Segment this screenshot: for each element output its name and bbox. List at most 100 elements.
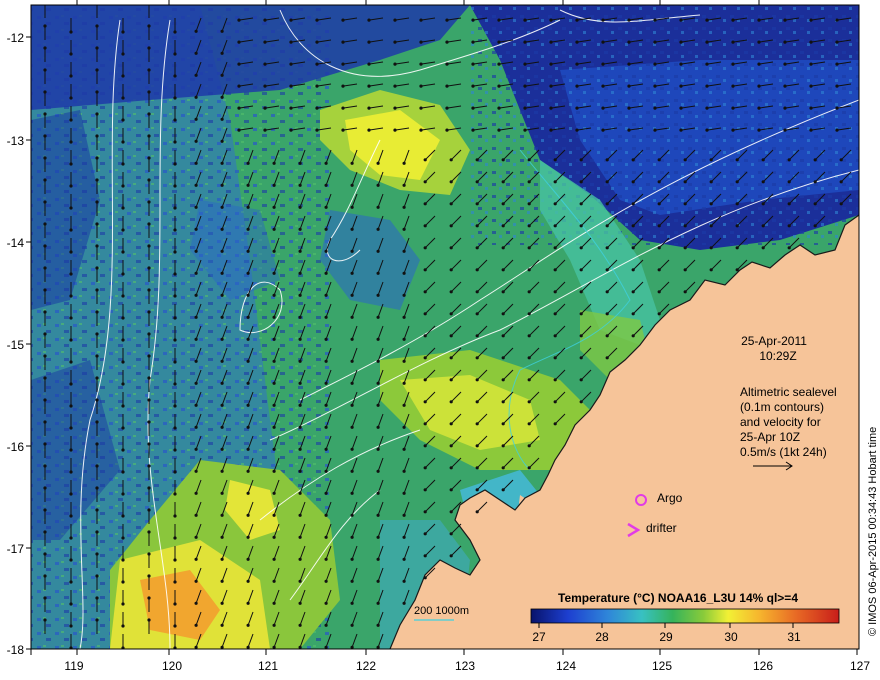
velocity-arrow-head	[69, 52, 73, 56]
altimetry-line-1: Altimetric sealevel	[740, 385, 837, 399]
velocity-arrow-head	[350, 623, 354, 627]
velocity-arrow-head	[501, 444, 505, 448]
velocity-arrow-head	[272, 579, 276, 583]
velocity-arrow-head	[246, 249, 250, 253]
velocity-arrow-head	[657, 246, 661, 250]
velocity-arrow-head	[298, 469, 302, 473]
velocity-arrow-head	[350, 205, 354, 209]
velocity-arrow-head	[298, 205, 302, 209]
velocity-arrow-head	[787, 180, 791, 184]
velocity-arrow-head	[523, 106, 527, 110]
velocity-arrow-head	[705, 40, 709, 44]
velocity-arrow-head	[324, 293, 328, 297]
y-tick-label: -12	[7, 31, 25, 45]
velocity-arrow-head	[69, 404, 73, 408]
velocity-arrow-head	[147, 508, 151, 512]
velocity-arrow-head	[605, 202, 609, 206]
x-tick-label: 125	[652, 659, 672, 673]
velocity-arrow-head	[527, 202, 531, 206]
velocity-arrow-head	[194, 491, 198, 495]
velocity-arrow-head	[761, 224, 765, 228]
colorbar-tick: 30	[724, 630, 738, 644]
velocity-arrow-head	[173, 206, 177, 210]
velocity-arrow-head	[220, 227, 224, 231]
velocity-arrow-head	[147, 112, 151, 116]
velocity-arrow-head	[631, 290, 635, 294]
velocity-arrow-head	[376, 447, 380, 451]
velocity-arrow-head	[121, 52, 125, 56]
velocity-arrow-head	[43, 398, 47, 402]
velocity-arrow-head	[402, 447, 406, 451]
velocity-arrow-head	[549, 62, 553, 66]
velocity-arrow-head	[783, 62, 787, 66]
velocity-arrow-head	[147, 574, 151, 578]
velocity-arrow-head	[553, 158, 557, 162]
velocity-arrow-head	[419, 84, 423, 88]
velocity-arrow-head	[272, 403, 276, 407]
velocity-arrow-head	[95, 530, 99, 534]
altimetry-line-5: 0.5m/s (1kt 24h)	[740, 445, 827, 459]
velocity-arrow-head	[605, 224, 609, 228]
velocity-arrow-head	[69, 448, 73, 452]
velocity-arrow-head	[579, 158, 583, 162]
velocity-arrow-head	[787, 202, 791, 206]
velocity-arrow-head	[121, 536, 125, 540]
velocity-arrow-head	[43, 222, 47, 226]
velocity-arrow-head	[350, 271, 354, 275]
velocity-arrow-head	[298, 293, 302, 297]
velocity-arrow-head	[393, 18, 397, 22]
velocity-arrow-head	[43, 310, 47, 314]
velocity-arrow-head	[731, 62, 735, 66]
velocity-arrow-head	[237, 128, 241, 132]
velocity-arrow-head	[376, 491, 380, 495]
velocity-arrow-head	[350, 601, 354, 605]
velocity-arrow-head	[43, 354, 47, 358]
velocity-arrow-head	[173, 272, 177, 276]
velocity-arrow-head	[43, 244, 47, 248]
velocity-arrow-head	[220, 205, 224, 209]
velocity-arrow-head	[289, 106, 293, 110]
velocity-arrow-head	[402, 337, 406, 341]
velocity-arrow-head	[69, 360, 73, 364]
colorbar-tick: 27	[532, 630, 546, 644]
velocity-arrow-head	[501, 356, 505, 360]
velocity-arrow-head	[471, 18, 475, 22]
velocity-arrow-head	[423, 312, 427, 316]
velocity-arrow-head	[95, 354, 99, 358]
velocity-arrow-head	[735, 246, 739, 250]
velocity-arrow-head	[121, 206, 125, 210]
velocity-arrow-head	[263, 106, 267, 110]
velocity-arrow-head	[679, 18, 683, 22]
velocity-arrow-head	[350, 645, 354, 649]
velocity-arrow-head	[272, 337, 276, 341]
velocity-arrow-head	[69, 338, 73, 342]
velocity-arrow-head	[683, 224, 687, 228]
velocity-arrow-head	[324, 469, 328, 473]
velocity-arrow-head	[220, 601, 224, 605]
velocity-arrow-head	[173, 74, 177, 78]
y-tick-label: -18	[7, 643, 25, 657]
velocity-arrow-head	[376, 249, 380, 253]
velocity-arrow-head	[220, 337, 224, 341]
velocity-arrow-head	[121, 140, 125, 144]
velocity-arrow-head	[220, 183, 224, 187]
velocity-arrow-head	[579, 268, 583, 272]
velocity-arrow-head	[147, 486, 151, 490]
velocity-arrow-head	[173, 96, 177, 100]
velocity-arrow-head	[419, 128, 423, 132]
velocity-arrow-head	[402, 425, 406, 429]
x-tick-label: 120	[162, 659, 182, 673]
velocity-arrow-head	[220, 73, 224, 77]
velocity-arrow-head	[95, 508, 99, 512]
velocity-arrow-head	[246, 513, 250, 517]
velocity-arrow-head	[194, 183, 198, 187]
velocity-arrow-head	[95, 244, 99, 248]
velocity-arrow-head	[95, 332, 99, 336]
velocity-arrow-head	[367, 106, 371, 110]
velocity-arrow-head	[194, 293, 198, 297]
velocity-arrow-head	[731, 128, 735, 132]
velocity-arrow-head	[246, 293, 250, 297]
velocity-arrow-head	[553, 268, 557, 272]
velocity-arrow-head	[475, 268, 479, 272]
velocity-arrow-head	[575, 40, 579, 44]
